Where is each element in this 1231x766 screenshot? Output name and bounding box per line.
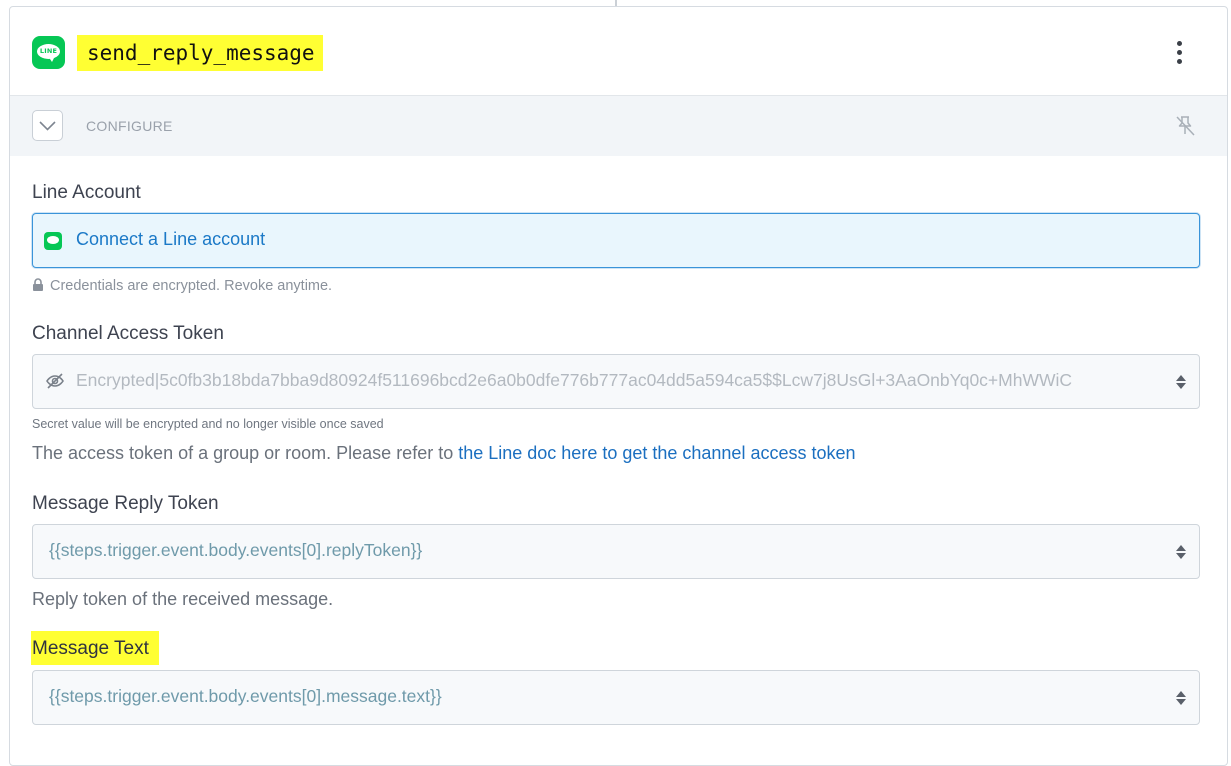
- message-reply-token-description: Reply token of the received message.: [32, 589, 334, 609]
- line-doc-link[interactable]: the Line doc here to get the channel acc…: [458, 443, 855, 463]
- secret-value-note: Secret value will be encrypted and no lo…: [32, 417, 384, 431]
- credentials-note-text: Credentials are encrypted. Revoke anytim…: [50, 278, 333, 294]
- channel-access-token-description: The access token of a group or room. Ple…: [32, 443, 856, 464]
- configure-section-bar: CONFIGURE: [10, 96, 1227, 156]
- message-text-label: Message Text: [32, 638, 149, 659]
- channel-token-description-text: The access token of a group or room. Ple…: [32, 443, 459, 463]
- sort-arrows-icon[interactable]: [1175, 689, 1187, 707]
- message-text-value: {{steps.trigger.event.body.events[0].mes…: [49, 686, 442, 706]
- more-options-icon[interactable]: [1170, 40, 1188, 66]
- line-account-label: Line Account: [32, 182, 141, 203]
- message-reply-token-input[interactable]: {{steps.trigger.event.body.events[0].rep…: [32, 524, 1200, 579]
- connect-line-account-button[interactable]: Connect a Line account: [32, 213, 1200, 268]
- message-text-label-highlight: Message Text: [31, 631, 159, 665]
- step-name-title[interactable]: send_reply_message: [77, 35, 323, 71]
- channel-access-token-label: Channel Access Token: [32, 323, 224, 344]
- message-reply-token-label: Message Reply Token: [32, 493, 219, 514]
- lock-icon: [33, 278, 43, 291]
- channel-access-token-value: Encrypted|5c0fb3b18bda7bba9d80924f511696…: [76, 370, 1073, 390]
- chevron-down-icon: [39, 121, 56, 131]
- step-card: LINE send_reply_message CONFIGURE Line A…: [9, 6, 1228, 766]
- pin-icon[interactable]: [1173, 114, 1197, 138]
- line-small-icon: [44, 232, 62, 250]
- configure-label: CONFIGURE: [86, 118, 173, 134]
- collapse-toggle-button[interactable]: [32, 110, 63, 141]
- line-app-icon: LINE: [32, 36, 65, 69]
- sort-arrows-icon[interactable]: [1175, 373, 1187, 391]
- channel-access-token-input[interactable]: Encrypted|5c0fb3b18bda7bba9d80924f511696…: [32, 354, 1200, 409]
- step-header: LINE send_reply_message: [10, 7, 1227, 96]
- line-logo-text: LINE: [39, 47, 58, 55]
- eye-off-icon[interactable]: [45, 371, 65, 391]
- credentials-note: Credentials are encrypted. Revoke anytim…: [32, 278, 332, 294]
- connect-account-label: Connect a Line account: [76, 229, 266, 249]
- message-text-input[interactable]: {{steps.trigger.event.body.events[0].mes…: [32, 670, 1200, 725]
- sort-arrows-icon[interactable]: [1175, 543, 1187, 561]
- message-reply-token-value: {{steps.trigger.event.body.events[0].rep…: [49, 540, 423, 560]
